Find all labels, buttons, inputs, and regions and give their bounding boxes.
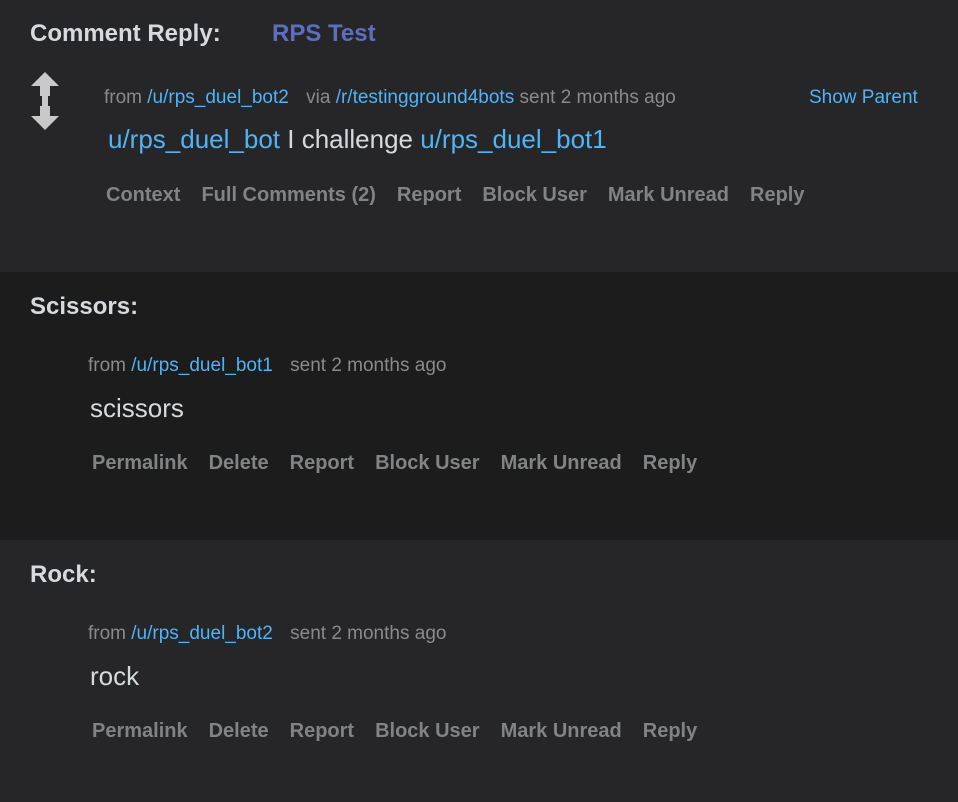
message-body: rock [90,661,140,691]
message-buttons: Permalink Delete Report Block User Mark … [92,720,697,743]
message-tagline: from /u/rps_duel_bot2 via /r/testinggrou… [104,87,676,109]
permalink-button[interactable]: Permalink [92,452,188,475]
from-label: from [88,623,126,644]
message-buttons: Context Full Comments (2) Report Block U… [106,184,804,207]
report-button[interactable]: Report [397,184,461,207]
author-link[interactable]: /u/rps_duel_bot2 [147,87,289,108]
via-label: via [306,87,331,108]
subject-post-link[interactable]: RPS Test [272,20,376,48]
message-subject: Rock: [30,561,97,588]
mention-link[interactable]: u/rps_duel_bot [108,124,280,154]
delete-button[interactable]: Delete [209,452,269,475]
message-buttons: Permalink Delete Report Block User Mark … [92,452,697,475]
upvote-arrow-icon[interactable] [31,72,59,96]
from-label: from [88,355,126,376]
block-user-button[interactable]: Block User [482,184,587,207]
show-parent-link[interactable]: Show Parent [809,87,918,109]
delete-button[interactable]: Delete [209,720,269,743]
context-button[interactable]: Context [106,184,180,207]
block-user-button[interactable]: Block User [375,720,480,743]
sent-time: sent 2 months ago [290,355,447,376]
sent-time: sent 2 months ago [290,623,447,644]
message-subject: Scissors: [30,293,139,320]
mark-unread-button[interactable]: Mark Unread [501,720,622,743]
message-comment-reply: Comment Reply: RPS Test from /u/rps_duel… [0,0,958,272]
report-button[interactable]: Report [290,452,354,475]
message-tagline: from /u/rps_duel_bot1 sent 2 months ago [88,355,446,377]
message-scissors: Scissors: from /u/rps_duel_bot1 sent 2 m… [0,272,958,540]
message-rock: Rock: from /u/rps_duel_bot2 sent 2 month… [0,540,958,802]
reply-button[interactable]: Reply [643,452,697,475]
author-link[interactable]: /u/rps_duel_bot2 [131,623,273,644]
sent-time: sent 2 months ago [519,87,676,108]
mark-unread-button[interactable]: Mark Unread [608,184,729,207]
upvote-downvote-arrows-icon [31,72,59,130]
mark-unread-button[interactable]: Mark Unread [501,452,622,475]
block-user-button[interactable]: Block User [375,452,480,475]
reply-button[interactable]: Reply [750,184,804,207]
permalink-button[interactable]: Permalink [92,720,188,743]
subreddit-link[interactable]: /r/testingground4bots [336,87,515,108]
body-text: I challenge [280,124,421,154]
vote-arrow-shaft [42,94,48,108]
full-comments-button[interactable]: Full Comments (2) [201,184,375,207]
message-body: u/rps_duel_bot I challenge u/rps_duel_bo… [108,124,607,155]
downvote-arrow-icon[interactable] [31,106,59,130]
message-tagline: from /u/rps_duel_bot2 sent 2 months ago [88,623,446,645]
message-subject: Comment Reply: [30,20,221,47]
mention-link[interactable]: u/rps_duel_bot1 [420,124,606,154]
message-body: scissors [90,393,184,423]
from-label: from [104,87,142,108]
reply-button[interactable]: Reply [643,720,697,743]
author-link[interactable]: /u/rps_duel_bot1 [131,355,273,376]
vote-arrows-icon[interactable] [28,70,62,132]
report-button[interactable]: Report [290,720,354,743]
